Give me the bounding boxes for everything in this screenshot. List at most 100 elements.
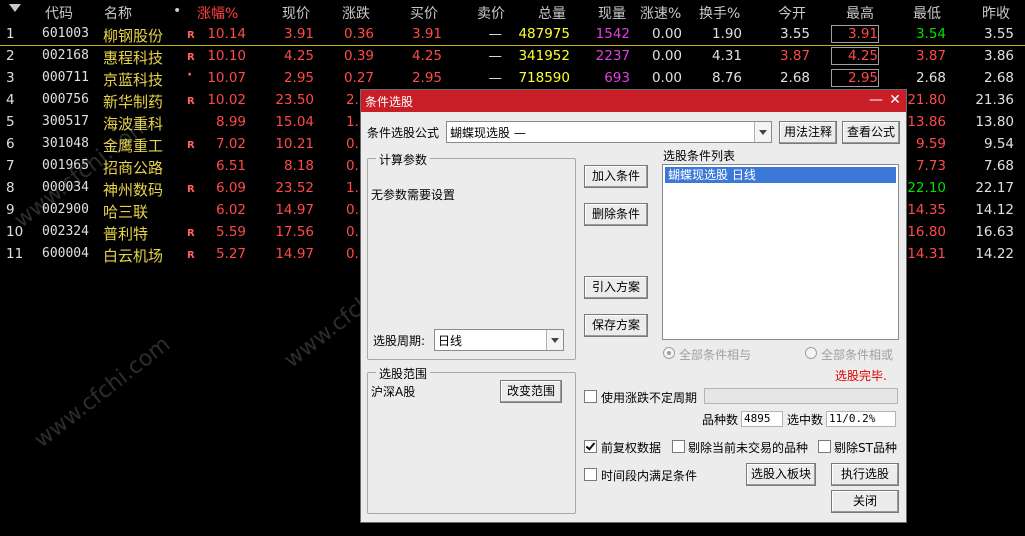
bid: 3.91 <box>411 26 442 42</box>
col-price[interactable]: 现价 <box>282 3 310 23</box>
exclude-untraded-checkbox[interactable] <box>672 440 685 453</box>
range-group-title: 选股范围 <box>376 365 431 382</box>
price: 8.18 <box>283 158 314 174</box>
pct-change: 10.02 <box>207 92 246 108</box>
radio-all-and-label[interactable]: 全部条件相与 <box>679 346 751 363</box>
margin-flag: R <box>187 184 195 195</box>
params-group-title: 计算参数 <box>376 151 431 168</box>
col-open[interactable]: 今开 <box>778 3 806 23</box>
turnover: 8.76 <box>711 70 742 86</box>
exclude-st-checkbox[interactable] <box>818 440 831 453</box>
col-low[interactable]: 最低 <box>913 3 941 23</box>
row-index: 9 <box>6 202 15 218</box>
stock-name: 哈三联 <box>103 203 149 221</box>
col-ask[interactable]: 卖价 <box>477 3 505 23</box>
pct-change: 6.51 <box>215 158 246 174</box>
radio-all-or-label[interactable]: 全部条件相或 <box>821 346 893 363</box>
prev-close: 13.80 <box>975 114 1014 130</box>
close-button[interactable]: 关闭 <box>831 490 899 513</box>
pct-change: 8.99 <box>215 114 246 130</box>
sort-dropdown-icon[interactable] <box>9 4 21 12</box>
usage-notes-button[interactable]: 用法注释 <box>779 121 837 144</box>
change: 0. <box>346 202 359 218</box>
condition-list-item[interactable]: 蝴蝶现选股 日线 <box>665 167 896 183</box>
progress-bar <box>704 388 898 404</box>
stock-code: 002900 <box>42 202 89 217</box>
pct-change: 10.10 <box>207 48 246 64</box>
col-dot: • <box>173 3 182 19</box>
chevron-down-icon[interactable] <box>754 122 771 142</box>
change-range-button[interactable]: 改变范围 <box>500 380 562 403</box>
pre-adjust-label[interactable]: 前复权数据 <box>601 439 661 456</box>
bid: 4.25 <box>411 48 442 64</box>
exclude-st-label[interactable]: 剔除ST品种 <box>834 439 897 456</box>
row-index: 2 <box>6 48 15 64</box>
table-row[interactable]: 2 002168 惠程科技 R 10.10 4.25 0.39 4.25 — 3… <box>0 45 1025 67</box>
table-header: 代码 名称 • 涨幅% 现价 涨跌 买价 卖价 总量 现量 涨速% 换手% 今开… <box>0 0 1025 24</box>
range-value: 沪深A股 <box>371 385 416 399</box>
open: 3.87 <box>779 48 810 64</box>
watermark-text: www.cfchi.com <box>29 331 176 454</box>
minimize-icon[interactable]: — <box>867 91 885 109</box>
view-formula-button[interactable]: 查看公式 <box>842 121 900 144</box>
formula-select[interactable]: 蝴蝶现选股 — <box>446 121 772 143</box>
irregular-period-label[interactable]: 使用涨跌不定周期 <box>601 389 697 406</box>
col-name[interactable]: 名称 <box>104 3 132 23</box>
pre-adjust-checkbox[interactable] <box>584 440 597 453</box>
close-icon[interactable]: ✕ <box>886 91 904 109</box>
pct-change: 7.02 <box>215 136 246 152</box>
change: 0. <box>346 224 359 240</box>
col-high[interactable]: 最高 <box>846 3 874 23</box>
stock-name: 金鹰重工 <box>103 137 164 155</box>
exclude-untraded-label[interactable]: 剔除当前未交易的品种 <box>688 439 808 456</box>
col-change[interactable]: 涨跌 <box>342 3 370 23</box>
chevron-down-icon[interactable] <box>546 330 563 350</box>
stock-name: 白云机场 <box>103 247 164 265</box>
prev-close: 16.63 <box>975 224 1014 240</box>
add-condition-button[interactable]: 加入条件 <box>584 165 648 188</box>
prev-close: 14.22 <box>975 246 1014 262</box>
import-plan-button[interactable]: 引入方案 <box>584 276 648 299</box>
ask: — <box>488 70 503 86</box>
period-label: 选股周期: <box>373 334 426 348</box>
price: 23.52 <box>275 180 314 196</box>
col-turnover[interactable]: 换手% <box>699 3 740 23</box>
col-code[interactable]: 代码 <box>45 3 73 23</box>
ask: — <box>488 26 503 42</box>
table-row[interactable]: 3 000711 京蓝科技 · 10.07 2.95 0.27 2.95 — 7… <box>0 67 1025 89</box>
stock-name: 柳钢股份 <box>103 27 164 45</box>
run-screen-button[interactable]: 执行选股 <box>831 463 899 486</box>
col-pct[interactable]: 涨幅% <box>197 3 238 23</box>
col-cur-vol[interactable]: 现量 <box>598 3 626 23</box>
current-volume: 2237 <box>595 48 630 64</box>
stock-code: 000034 <box>42 180 89 195</box>
irregular-period-checkbox[interactable] <box>584 390 597 403</box>
col-volume[interactable]: 总量 <box>538 3 566 23</box>
speed: 0.00 <box>651 70 682 86</box>
price: 23.50 <box>275 92 314 108</box>
radio-all-and[interactable] <box>663 347 675 359</box>
col-prev-close[interactable]: 昨收 <box>982 3 1010 23</box>
row-index: 1 <box>6 26 15 42</box>
change: 0.39 <box>343 48 374 64</box>
change: 0. <box>346 136 359 152</box>
turnover: 4.31 <box>711 48 742 64</box>
stock-name: 普利特 <box>103 225 149 243</box>
col-bid[interactable]: 买价 <box>410 3 438 23</box>
stock-code: 000711 <box>42 70 89 85</box>
stock-code: 600004 <box>42 246 89 261</box>
row-index: 11 <box>6 246 24 262</box>
dialog-titlebar[interactable]: 条件选股 — ✕ <box>361 90 906 112</box>
delete-condition-button[interactable]: 删除条件 <box>584 203 648 226</box>
add-to-board-button[interactable]: 选股入板块 <box>746 463 816 486</box>
radio-all-or[interactable] <box>805 347 817 359</box>
status-text: 选股完毕. <box>835 369 887 383</box>
time-range-label[interactable]: 时间段内满足条件 <box>601 467 697 484</box>
col-speed[interactable]: 涨速% <box>640 3 681 23</box>
row-index: 10 <box>6 224 24 240</box>
period-select[interactable]: 日线 <box>434 329 564 351</box>
table-row[interactable]: 1 601003 柳钢股份 R 10.14 3.91 0.36 3.91 — 4… <box>0 23 1025 46</box>
condition-list[interactable]: 蝴蝶现选股 日线 <box>662 164 899 340</box>
time-range-checkbox[interactable] <box>584 468 597 481</box>
save-plan-button[interactable]: 保存方案 <box>584 314 648 337</box>
